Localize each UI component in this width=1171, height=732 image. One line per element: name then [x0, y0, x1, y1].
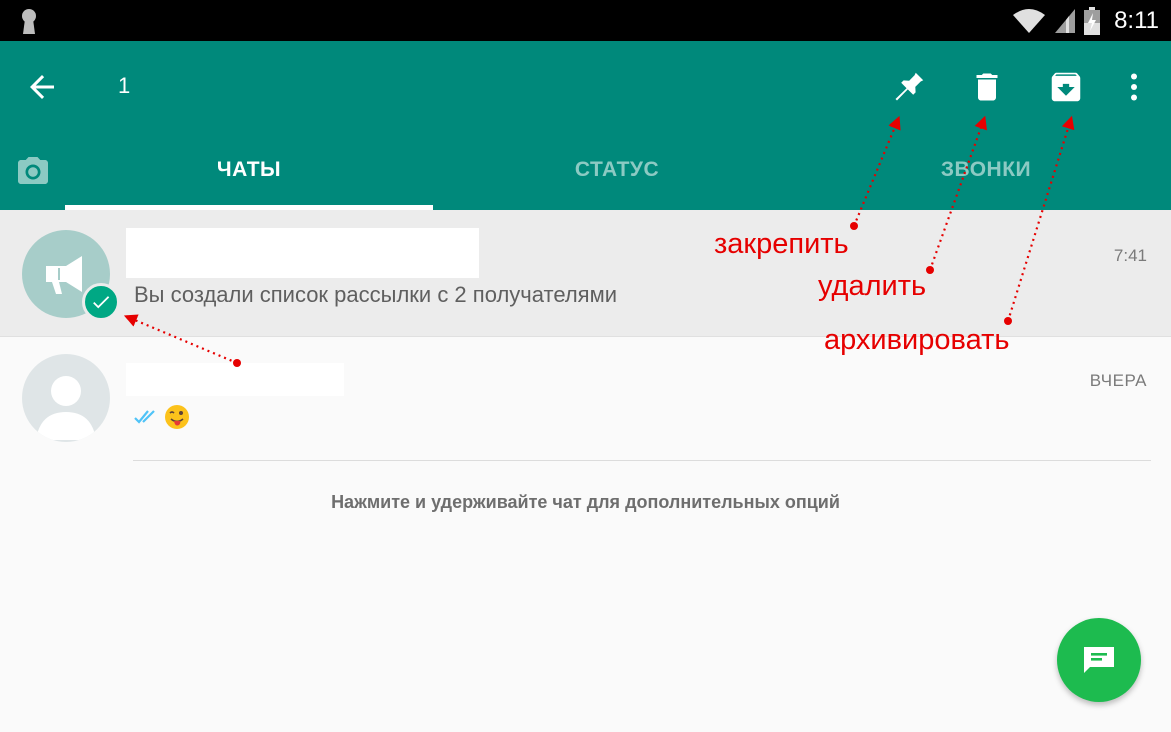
chat-name-redacted [126, 363, 344, 396]
clock: 8:11 [1114, 7, 1159, 34]
hint-text: Нажмите и удерживайте чат для дополнител… [331, 492, 840, 512]
check-icon [93, 296, 110, 309]
chat-row-broadcast[interactable]: Вы создали список рассылки с 2 получател… [0, 210, 1171, 337]
more-vert-icon [1131, 73, 1137, 101]
pin-icon [895, 72, 924, 101]
more-options-button[interactable] [1116, 67, 1152, 107]
annotation-archive-label: архивировать [824, 324, 1010, 356]
row-divider [133, 460, 1151, 461]
status-icons: 8:11 [1012, 5, 1159, 37]
person-icon [36, 376, 96, 440]
camera-icon [18, 157, 48, 184]
new-chat-icon [1084, 647, 1114, 673]
chat-name-redacted [126, 228, 479, 278]
archive-icon [1051, 72, 1081, 102]
back-button[interactable] [24, 69, 60, 105]
tab-calls[interactable]: ЗВОНКИ [801, 158, 1171, 188]
arrow-back-icon [30, 75, 54, 99]
selected-count: 1 [118, 73, 131, 98]
chat-preview [134, 404, 190, 430]
annotation-pin-label: закрепить [714, 228, 849, 260]
delete-icon [976, 73, 998, 101]
status-bar: 8:11 [0, 0, 1171, 41]
action-toolbar: 1 ЧАТЫ СТАТУС ЗВОНКИ [0, 41, 1171, 210]
chat-preview: Вы создали список рассылки с 2 получател… [134, 282, 617, 307]
winking-tongue-emoji [165, 405, 189, 429]
chat-time: ВЧЕРА [1089, 371, 1147, 390]
signal-icon [1055, 9, 1076, 33]
tab-status[interactable]: СТАТУС [433, 158, 801, 188]
chat-time: 7:41 [1113, 246, 1147, 265]
tab-bar: ЧАТЫ СТАТУС ЗВОНКИ [0, 148, 1171, 210]
tab-camera[interactable] [14, 154, 52, 190]
wifi-icon [1013, 9, 1046, 33]
selected-check-badge [82, 283, 120, 321]
annotation-delete-label: удалить [818, 270, 927, 302]
new-chat-button[interactable] [1057, 618, 1141, 702]
keyhole-icon [22, 9, 36, 34]
battery-charging-icon [1084, 7, 1101, 35]
double-check-icon [134, 410, 155, 424]
avatar [22, 354, 110, 442]
tab-chats[interactable]: ЧАТЫ [65, 158, 433, 188]
delete-button[interactable] [967, 67, 1007, 107]
archive-button[interactable] [1046, 67, 1086, 107]
pin-button[interactable] [889, 67, 929, 107]
